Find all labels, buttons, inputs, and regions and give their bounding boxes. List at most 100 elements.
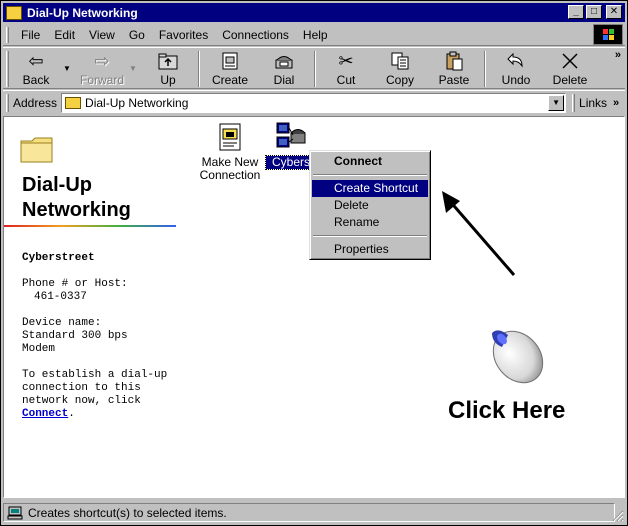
window-controls: _ □ ✕	[568, 5, 622, 19]
address-label: Address	[13, 95, 58, 110]
menu-favorites[interactable]: Favorites	[153, 28, 216, 42]
dial-button[interactable]: Dial	[257, 48, 311, 88]
title-bar[interactable]: Dial-Up Networking _ □ ✕	[3, 3, 625, 22]
dial-label: Dial	[273, 73, 295, 87]
context-rename[interactable]: Rename	[312, 214, 428, 231]
explorer-window: Dial-Up Networking _ □ ✕ File Edit View …	[0, 0, 628, 526]
pointer-arrow	[442, 191, 516, 276]
make-new-connection-icon	[214, 121, 246, 153]
panel-title: Dial-Up Networking	[22, 173, 131, 223]
context-properties[interactable]: Properties	[312, 241, 428, 258]
modem-connection-icon	[275, 121, 307, 153]
links-grip[interactable]	[572, 93, 576, 112]
undo-button[interactable]: Undo	[489, 48, 543, 88]
context-menu: Connect Create Shortcut Delete Rename Pr…	[309, 150, 431, 260]
menu-go[interactable]: Go	[123, 28, 153, 42]
delete-label: Delete	[552, 73, 588, 87]
forward-label: Forward	[79, 73, 124, 87]
forward-button[interactable]: ⇨ Forward	[75, 48, 129, 88]
forward-arrow-icon: ⇨	[94, 51, 110, 71]
make-new-connection-label: Make New Connection	[195, 156, 265, 182]
address-dropdown-icon[interactable]: ▼	[548, 94, 565, 111]
toolbar-separator	[484, 51, 486, 87]
create-button[interactable]: Create	[203, 48, 257, 88]
phone-value: 461-0337	[34, 291, 87, 303]
context-create-shortcut[interactable]: Create Shortcut	[312, 180, 428, 197]
phone-icon	[274, 51, 294, 71]
device-value-line2: Modem	[22, 343, 56, 355]
address-input[interactable]: Dial-Up Networking ▼	[61, 92, 567, 113]
context-separator	[313, 235, 427, 237]
context-separator	[313, 174, 427, 176]
close-button[interactable]: ✕	[606, 5, 622, 19]
menu-view[interactable]: View	[83, 28, 123, 42]
connect-link[interactable]: Connect	[22, 408, 68, 420]
menu-connections[interactable]: Connections	[216, 28, 297, 42]
cut-label: Cut	[336, 73, 356, 87]
menubar-grip[interactable]	[6, 26, 9, 43]
copy-icon	[390, 51, 410, 71]
status-panel: Creates shortcut(s) to selected items.	[3, 503, 615, 522]
dialup-folder-icon	[65, 96, 82, 109]
paste-button[interactable]: Paste	[427, 48, 481, 88]
folder-large-icon	[20, 135, 54, 163]
up-button[interactable]: Up	[141, 48, 195, 88]
menu-edit[interactable]: Edit	[48, 28, 83, 42]
help-block: To establish a dial-up connection to thi…	[22, 369, 182, 421]
callout-text: Click Here	[448, 397, 566, 424]
status-bar: Creates shortcut(s) to selected items.	[3, 502, 625, 523]
maximize-button[interactable]: □	[586, 5, 602, 19]
phone-block: Phone # or Host: 461-0337	[22, 278, 182, 304]
clipboard-icon	[444, 51, 464, 71]
cut-button[interactable]: ✂ Cut	[319, 48, 373, 88]
back-button[interactable]: ⇦ Back	[9, 48, 63, 88]
links-more-chevron[interactable]: »	[613, 97, 619, 109]
help-text-line2: connection to this	[22, 382, 141, 394]
minimize-button[interactable]: _	[568, 5, 584, 19]
addressbar-grip[interactable]	[6, 93, 9, 112]
menu-file[interactable]: File	[15, 28, 48, 42]
windows-logo-icon	[593, 24, 623, 45]
help-text-line3: network now, click	[22, 395, 141, 407]
computer-status-icon	[7, 506, 23, 520]
back-arrow-icon: ⇦	[28, 51, 44, 71]
context-connect[interactable]: Connect	[312, 153, 428, 170]
help-period: .	[68, 408, 75, 420]
paste-label: Paste	[438, 73, 470, 87]
links-label[interactable]: Links	[579, 96, 607, 110]
forward-dropdown-icon[interactable]: ▼	[129, 64, 141, 73]
help-text-line1: To establish a dial-up	[22, 369, 168, 381]
window-title: Dial-Up Networking	[27, 5, 138, 20]
back-label: Back	[22, 73, 50, 87]
make-new-connection-item[interactable]: Make New Connection	[195, 121, 265, 182]
device-label: Device name:	[22, 317, 102, 329]
toolbar-separator	[198, 51, 200, 87]
resize-grip-icon[interactable]	[612, 510, 624, 522]
standard-toolbar: ⇦ Back ▼ ⇨ Forward ▼ Up Create Dial ✂ Cu…	[3, 47, 625, 89]
delete-x-icon	[560, 51, 580, 71]
back-dropdown-icon[interactable]: ▼	[63, 64, 75, 73]
make-new-line2: Connection	[199, 168, 261, 182]
device-value-line1: Standard 300 bps	[22, 330, 128, 342]
undo-label: Undo	[501, 73, 531, 87]
up-label: Up	[160, 73, 176, 87]
address-bar: Address Dial-Up Networking ▼ Links »	[3, 90, 625, 114]
menu-help[interactable]: Help	[297, 28, 336, 42]
status-text: Creates shortcut(s) to selected items.	[28, 505, 227, 520]
toolbar-more-chevron[interactable]: »	[615, 49, 621, 61]
panel-divider	[4, 225, 176, 227]
context-delete[interactable]: Delete	[312, 197, 428, 214]
delete-button[interactable]: Delete	[543, 48, 597, 88]
dialup-folder-icon	[6, 5, 22, 20]
panel-title-line1: Dial-Up	[22, 174, 92, 196]
panel-title-line2: Networking	[22, 199, 131, 221]
phone-label: Phone # or Host:	[22, 278, 128, 290]
mouse-icon	[492, 330, 544, 384]
menu-bar: File Edit View Go Favorites Connections …	[3, 24, 625, 46]
create-label: Create	[211, 73, 249, 87]
undo-icon	[506, 51, 526, 71]
create-connection-icon	[220, 51, 240, 71]
copy-label: Copy	[385, 73, 414, 87]
copy-button[interactable]: Copy	[373, 48, 427, 88]
device-block: Device name: Standard 300 bps Modem	[22, 317, 182, 356]
